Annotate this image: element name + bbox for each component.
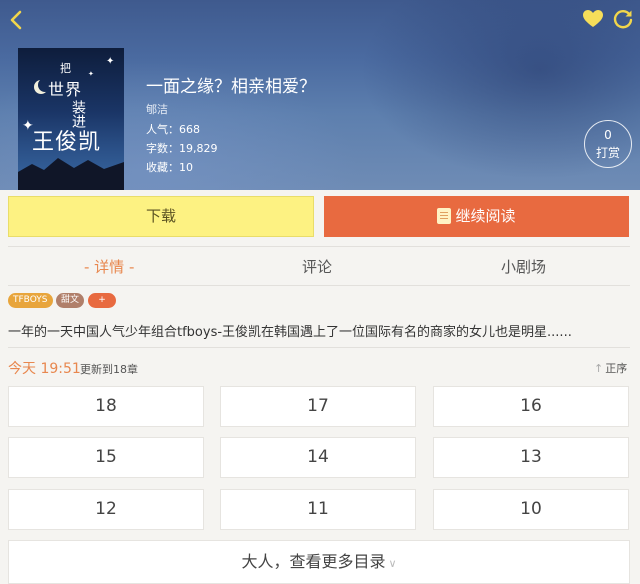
book-author[interactable]: 郇洁	[146, 101, 168, 117]
tip-button[interactable]: 0 打赏	[584, 120, 632, 168]
chapter-button[interactable]: 17	[220, 386, 416, 427]
continue-reading-button[interactable]: 继续阅读	[324, 196, 629, 237]
star-icon: ✦	[88, 70, 94, 78]
sort-order-button[interactable]: ↑ 正序	[594, 360, 627, 376]
add-tag-button[interactable]: +	[88, 293, 116, 308]
book-description[interactable]: 一年的一天中国人气少年组合tfboys-王俊凯在韩国遇上了一位国际有名的商家的女…	[8, 321, 632, 340]
tip-label: 打赏	[595, 146, 620, 160]
chapter-button[interactable]: 18	[8, 386, 204, 427]
detail-tabs: - 详情 - 评论 小剧场	[8, 246, 630, 286]
cover-title-text: 世界	[48, 80, 83, 99]
divider	[8, 347, 630, 348]
back-arrow-icon[interactable]	[6, 6, 30, 34]
chapter-button[interactable]: 11	[220, 489, 416, 530]
sort-arrow-icon: ↑	[594, 362, 604, 375]
tip-count: 0	[604, 128, 612, 142]
book-word-count: 字数：19,829	[146, 142, 218, 155]
chapter-button[interactable]: 12	[8, 489, 204, 530]
tab-comments[interactable]: 评论	[302, 256, 332, 277]
cover-mountains	[18, 158, 124, 190]
tag-tfboys[interactable]: TFBOYS	[8, 293, 53, 308]
download-button[interactable]: 下载	[8, 196, 314, 237]
book-title: 一面之缘？相亲相爱？	[146, 77, 316, 97]
book-favorites: 收藏：10	[146, 161, 193, 174]
heart-icon[interactable]	[582, 8, 604, 30]
refresh-icon[interactable]	[612, 8, 634, 30]
continue-reading-label: 继续阅读	[455, 207, 516, 225]
update-time: 今天 19:51	[8, 361, 81, 377]
chevron-down-icon: ∨	[388, 557, 397, 570]
star-icon: ✦	[106, 56, 115, 67]
cover-title-text: 把	[60, 62, 71, 75]
view-more-chapters-label: 大人，查看更多目录	[241, 552, 386, 571]
tag-sweet[interactable]: 甜文	[56, 293, 85, 308]
book-icon	[437, 208, 452, 224]
tab-mini-theater[interactable]: 小剧场	[501, 256, 546, 277]
chapter-button[interactable]: 13	[433, 437, 629, 478]
view-more-chapters-button[interactable]: 大人，查看更多目录 ∨	[8, 540, 630, 584]
chapter-button[interactable]: 16	[433, 386, 629, 427]
chapter-button[interactable]: 10	[433, 489, 629, 530]
sort-order-label: 正序	[605, 362, 628, 375]
tab-details[interactable]: - 详情 -	[84, 256, 134, 277]
book-popularity: 人气：668	[146, 123, 200, 136]
chapter-button[interactable]: 15	[8, 437, 204, 478]
chapter-button[interactable]: 14	[220, 437, 416, 478]
update-status: 更新到18章	[80, 363, 138, 376]
book-header: ✦ ✦ ✦ 把 世界 装进 王俊凯 一面之缘？相亲相爱？ 郇洁 人气：668 字…	[0, 0, 640, 190]
book-cover[interactable]: ✦ ✦ ✦ 把 世界 装进 王俊凯	[18, 48, 124, 190]
